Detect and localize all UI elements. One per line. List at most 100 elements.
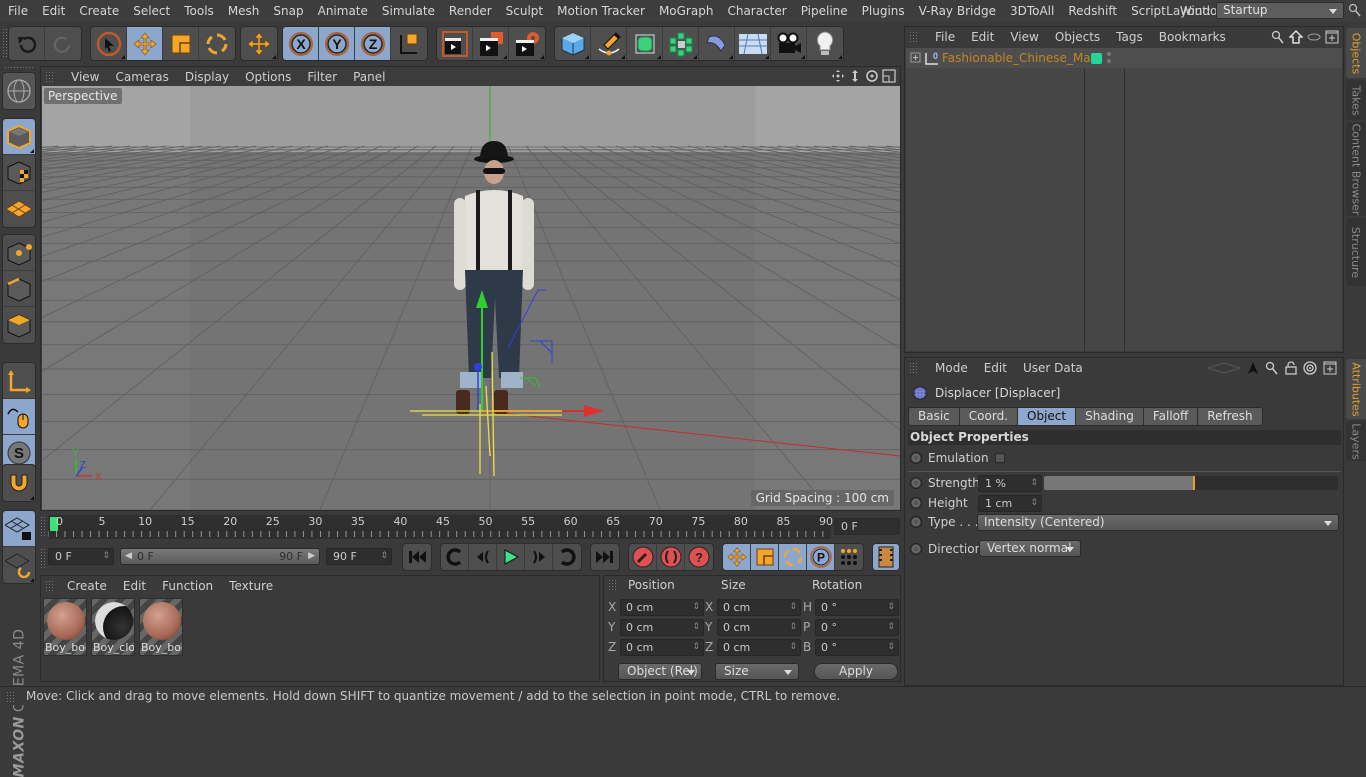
- rotation-b-field[interactable]: 0 °: [815, 639, 899, 656]
- size-z-field[interactable]: 0 cm: [717, 639, 801, 656]
- search-icon[interactable]: [1265, 361, 1279, 375]
- material-menu-edit[interactable]: Edit: [115, 579, 154, 593]
- material-menu-create[interactable]: Create: [59, 579, 115, 593]
- z-axis-lock-button[interactable]: Z: [355, 27, 391, 60]
- x-axis-lock-button[interactable]: X: [283, 27, 319, 60]
- previous-key-button[interactable]: [441, 544, 469, 570]
- go-to-end-button[interactable]: [591, 544, 619, 570]
- next-key-button[interactable]: [553, 544, 581, 570]
- spline-pen-button[interactable]: [591, 27, 627, 60]
- menu-pipeline[interactable]: Pipeline: [794, 4, 855, 18]
- animate-direction-radio[interactable]: [910, 543, 922, 555]
- workplane-lock-button[interactable]: [3, 511, 35, 547]
- go-to-start-button[interactable]: [403, 544, 431, 570]
- key-position-button[interactable]: [723, 544, 751, 570]
- new-window-icon[interactable]: [1323, 361, 1337, 375]
- menu-v-ray-bridge[interactable]: V-Ray Bridge: [912, 4, 1003, 18]
- menu-sculpt[interactable]: Sculpt: [499, 4, 550, 18]
- side-tab-takes[interactable]: Takes: [1346, 80, 1366, 120]
- timeline-grip[interactable]: [40, 516, 46, 538]
- menu-create[interactable]: Create: [72, 4, 126, 18]
- viewport-menu-filter[interactable]: Filter: [299, 70, 345, 84]
- menu-render[interactable]: Render: [442, 4, 499, 18]
- light-button[interactable]: [807, 27, 843, 60]
- keyframe-selection-button[interactable]: ?: [685, 544, 713, 570]
- side-tab-content-browser[interactable]: Content Browser: [1346, 122, 1366, 216]
- menu-mograph[interactable]: MoGraph: [652, 4, 721, 18]
- start-frame-field[interactable]: 0 F: [48, 548, 114, 565]
- polygons-mode-button[interactable]: [3, 307, 35, 343]
- apply-button[interactable]: Apply: [814, 663, 898, 680]
- side-tab-structure[interactable]: Structure: [1346, 218, 1366, 286]
- move-tool-button[interactable]: [127, 27, 163, 60]
- material-menu-function[interactable]: Function: [154, 579, 221, 593]
- pan-view-icon[interactable]: [831, 69, 845, 83]
- axis-mode-button[interactable]: [3, 363, 35, 399]
- objects-menu-edit[interactable]: Edit: [963, 30, 1002, 44]
- end-frame-field[interactable]: 90 F: [326, 548, 392, 565]
- key-parameter-button[interactable]: P: [807, 544, 835, 570]
- strength-slider[interactable]: [1044, 476, 1338, 490]
- size-x-field[interactable]: 0 cm: [717, 599, 801, 616]
- menu-3dtoall[interactable]: 3DToAll: [1003, 4, 1061, 18]
- tweak-mode-button[interactable]: [3, 399, 35, 435]
- eye-icon[interactable]: [1307, 30, 1321, 44]
- 3d-viewport[interactable]: Y X Z Perspective Grid Spacing : 100 cm: [42, 86, 900, 510]
- y-axis-lock-button[interactable]: Y: [319, 27, 355, 60]
- make-editable-button[interactable]: [3, 73, 35, 109]
- record-button[interactable]: [629, 544, 657, 570]
- menu-animate[interactable]: Animate: [311, 4, 375, 18]
- menu-tools[interactable]: Tools: [177, 4, 221, 18]
- objects-grip[interactable]: [909, 31, 919, 42]
- tab-object[interactable]: Object: [1018, 408, 1077, 425]
- target-icon[interactable]: [1303, 361, 1317, 375]
- bend-deformer-button[interactable]: [699, 27, 735, 60]
- tab-shading[interactable]: Shading: [1076, 408, 1144, 425]
- menu-select[interactable]: Select: [126, 4, 177, 18]
- height-field[interactable]: 1 cm: [978, 495, 1042, 512]
- menu-character[interactable]: Character: [720, 4, 793, 18]
- range-right-arrow[interactable]: ▶: [308, 549, 315, 564]
- position-z-field[interactable]: 0 cm: [620, 639, 704, 656]
- scale-tool-button[interactable]: [163, 27, 199, 60]
- objects-menu-bookmarks[interactable]: Bookmarks: [1151, 30, 1234, 44]
- rotate-tool-button[interactable]: [199, 27, 235, 60]
- position-x-field[interactable]: 0 cm: [620, 599, 704, 616]
- layout-dropdown[interactable]: Startup: [1216, 2, 1344, 19]
- object-row[interactable]: 0 Fashionable_Chinese_Man: [906, 48, 1342, 68]
- autokeying-button[interactable]: [657, 544, 685, 570]
- timeline-window-button[interactable]: [873, 544, 899, 570]
- side-tab-attributes[interactable]: Attributes: [1346, 359, 1366, 419]
- menu-simulate[interactable]: Simulate: [375, 4, 442, 18]
- menu-edit[interactable]: Edit: [35, 4, 72, 18]
- texture-mode-button[interactable]: [3, 155, 35, 191]
- play-button[interactable]: [497, 544, 525, 570]
- objects-menu-file[interactable]: File: [927, 30, 963, 44]
- live-selection-button[interactable]: [91, 27, 127, 60]
- material-menu-texture[interactable]: Texture: [221, 579, 281, 593]
- navigation-history-icon[interactable]: [1207, 362, 1241, 374]
- objects-menu-tags[interactable]: Tags: [1108, 30, 1151, 44]
- menu-redshift[interactable]: Redshift: [1061, 4, 1124, 18]
- emulation-checkbox[interactable]: [994, 453, 1005, 463]
- material-swatch[interactable]: Boy_clot: [91, 598, 135, 656]
- rotation-p-field[interactable]: 0 °: [815, 619, 899, 636]
- viewport-menu-view[interactable]: View: [63, 70, 107, 84]
- render-settings-button[interactable]: [509, 27, 545, 60]
- animate-strength-radio[interactable]: [910, 477, 922, 489]
- menu-file[interactable]: File: [0, 4, 35, 18]
- strength-slider-handle[interactable]: [1192, 476, 1195, 490]
- points-mode-button[interactable]: [3, 235, 35, 271]
- viewport-menu-panel[interactable]: Panel: [345, 70, 393, 84]
- tab-coord[interactable]: Coord.: [959, 408, 1018, 425]
- animate-emulation-radio[interactable]: [910, 452, 922, 464]
- camera-label[interactable]: Perspective: [44, 88, 122, 104]
- cloner-button[interactable]: [663, 27, 699, 60]
- menu-plugins[interactable]: Plugins: [855, 4, 912, 18]
- playback-grip[interactable]: [40, 548, 46, 570]
- snap-button[interactable]: [3, 465, 35, 501]
- strength-field[interactable]: 1 %: [978, 475, 1042, 492]
- expand-icon[interactable]: [910, 52, 922, 64]
- recent-move-button[interactable]: [241, 27, 277, 60]
- coordinate-mode-dropdown[interactable]: Object (Rel): [618, 663, 702, 680]
